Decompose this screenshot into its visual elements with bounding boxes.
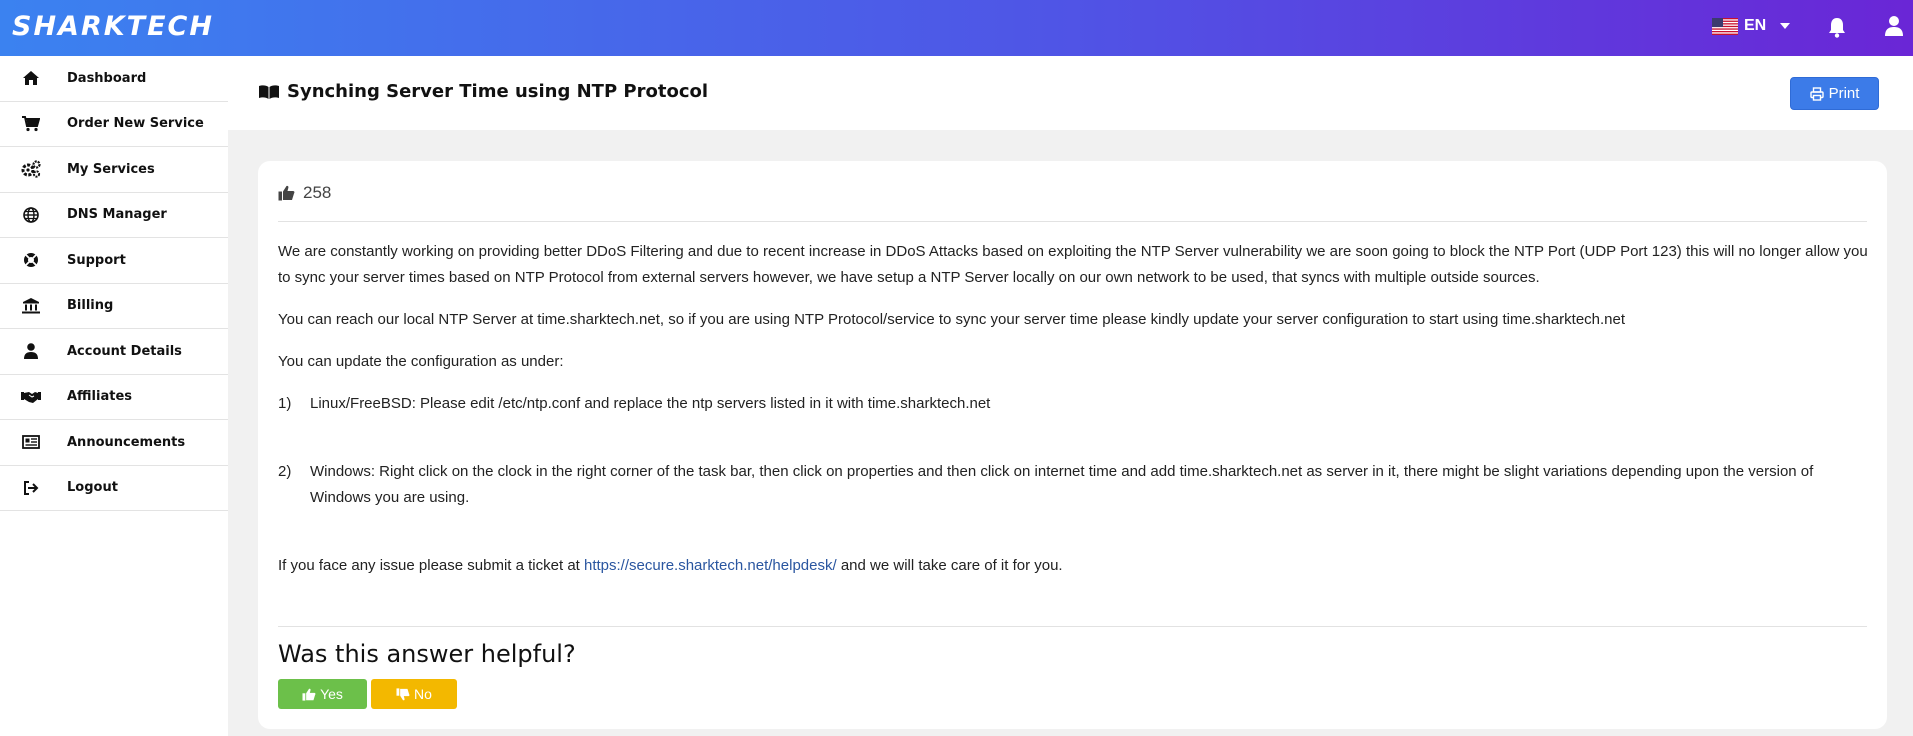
article-votes: 258 [278,183,331,203]
sidebar-item-billing[interactable]: Billing [0,284,228,329]
caret-down-icon [1780,23,1791,29]
article-step-1: 1) Linux/FreeBSD: Please edit /etc/ntp.c… [278,391,1870,417]
top-navigation-bar: SHARKTECH EN [0,0,1913,56]
thumbs-up-icon [278,185,295,201]
user-icon [21,342,41,360]
vote-count: 258 [303,183,332,202]
newspaper-icon [21,433,41,451]
cogs-icon [21,160,41,178]
sidebar-item-logout[interactable]: Logout [0,466,228,511]
life-ring-icon [21,251,41,269]
article-step-2: 2) Windows: Right click on the clock in … [278,459,1870,511]
cart-icon [21,115,41,133]
divider [278,221,1867,222]
helpdesk-link[interactable]: https://secure.sharktech.net/helpdesk/ [584,557,837,574]
step-number: 2) [278,463,292,480]
no-button[interactable]: No [371,679,457,709]
page-header: Synching Server Time using NTP Protocol … [228,56,1913,130]
language-selector[interactable]: EN [1712,17,1791,35]
sign-out-icon [21,479,41,497]
open-book-icon [259,84,279,99]
sidebar-item-dns-manager[interactable]: DNS Manager [0,193,228,238]
divider [278,626,1867,627]
printer-icon [1809,86,1824,101]
text-prefix: If you face any issue please submit a ti… [278,557,584,574]
sidebar-item-order-new-service[interactable]: Order New Service [0,102,228,147]
text-suffix: and we will take care of it for you. [836,557,1063,574]
sharktech-logo[interactable]: SHARKTECH [12,11,214,42]
sidebar-item-dashboard[interactable]: Dashboard [0,56,228,102]
handshake-icon [21,388,41,406]
feedback-buttons: Yes No [278,679,457,709]
bank-icon [21,297,41,315]
no-button-label: No [414,686,432,702]
article-paragraph: We are constantly working on providing b… [278,243,1868,286]
sidebar: Dashboard Order New Service My Services … [0,56,228,736]
sidebar-item-my-services[interactable]: My Services [0,147,228,193]
print-button-label: Print [1828,85,1860,102]
language-code: EN [1744,17,1767,34]
article-paragraph: If you face any issue please submit a ti… [278,553,1870,579]
step-text: Windows: Right click on the clock in the… [310,463,1814,506]
us-flag-icon [1712,17,1738,35]
page-title-text: Synching Server Time using NTP Protocol [287,81,709,102]
knowledgebase-article-card: 258 We are constantly working on providi… [258,161,1887,729]
yes-button[interactable]: Yes [278,679,367,709]
thumbs-up-icon [302,688,316,701]
globe-icon [21,206,41,224]
helpful-question: Was this answer helpful? [278,640,576,668]
bell-icon[interactable] [1827,16,1847,38]
sidebar-item-affiliates[interactable]: Affiliates [0,375,228,420]
sidebar-item-support[interactable]: Support [0,238,228,284]
article-body: We are constantly working on providing b… [278,239,1870,595]
article-paragraph: You can reach our local NTP Server at ti… [278,311,1626,328]
thumbs-down-icon [396,687,410,700]
print-button[interactable]: Print [1790,77,1879,110]
page-title: Synching Server Time using NTP Protocol [258,81,708,102]
article-paragraph: You can update the configuration as unde… [278,353,564,370]
sidebar-item-account-details[interactable]: Account Details [0,329,228,375]
step-text: Linux/FreeBSD: Please edit /etc/ntp.conf… [310,395,991,412]
user-icon[interactable] [1884,15,1904,37]
yes-button-label: Yes [320,686,343,702]
step-number: 1) [278,395,292,412]
sidebar-item-announcements[interactable]: Announcements [0,420,228,466]
home-icon [21,69,41,87]
